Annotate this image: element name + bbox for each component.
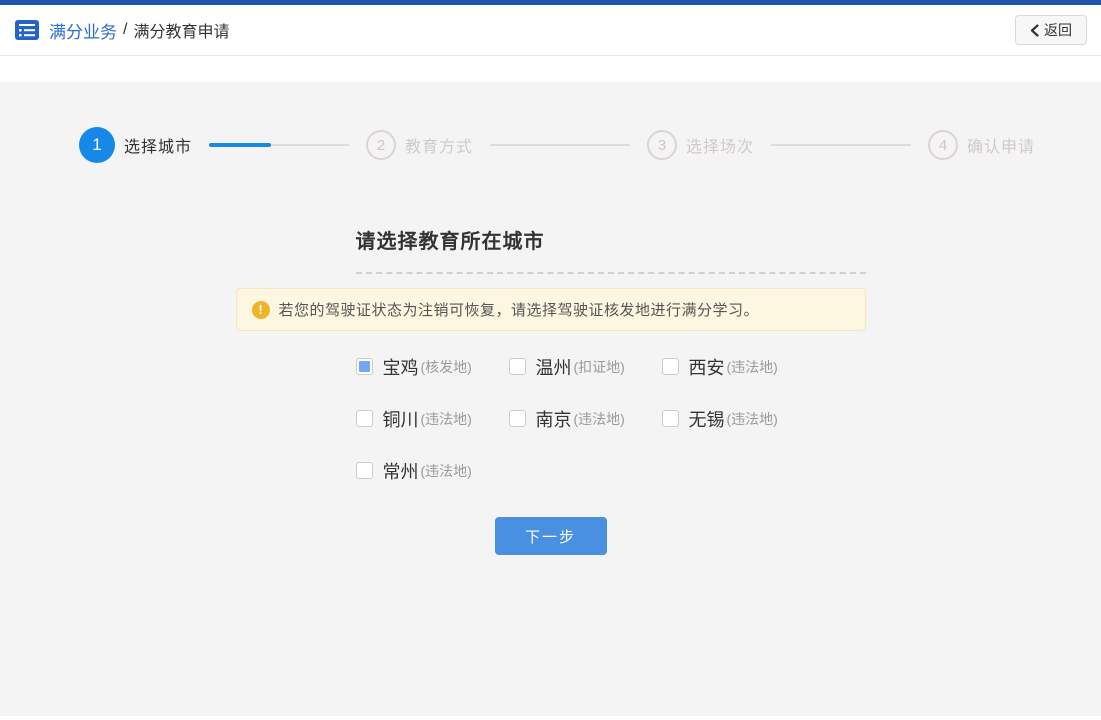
step-connector — [209, 144, 349, 146]
step-confirm-application: 4 确认申请 — [928, 130, 1035, 160]
checkbox-checked-mark — [359, 361, 370, 372]
bottom-spacer — [0, 716, 1101, 719]
notice-banner: ! 若您的驾驶证状态为注销可恢复，请选择驾驶证核发地进行满分学习。 — [236, 288, 866, 331]
breadcrumb: 满分业务 / 满分教育申请 — [14, 18, 229, 43]
page-title: 请选择教育所在城市 — [356, 225, 866, 254]
step-connector — [771, 144, 911, 146]
city-option-wuxi[interactable]: 无锡 (违法地) — [662, 408, 815, 429]
city-tag: (违法地) — [727, 357, 778, 377]
city-name: 常州 — [383, 458, 419, 484]
checkbox[interactable] — [662, 410, 679, 427]
checkbox[interactable] — [662, 358, 679, 375]
city-name: 西安 — [689, 354, 725, 380]
city-name: 南京 — [536, 406, 572, 432]
checkbox[interactable] — [509, 410, 526, 427]
city-option-nanjing[interactable]: 南京 (违法地) — [509, 408, 662, 429]
wizard-stepper: 1 选择城市 2 教育方式 3 选择场次 4 确认申请 — [0, 82, 1101, 163]
section-title-block: 请选择教育所在城市 — [356, 225, 866, 274]
checkbox[interactable] — [356, 410, 373, 427]
next-step-button[interactable]: 下一步 — [495, 517, 607, 555]
chevron-left-icon — [1030, 24, 1039, 37]
checkbox[interactable] — [509, 358, 526, 375]
step-number-badge: 1 — [79, 127, 115, 163]
main-content: 1 选择城市 2 教育方式 3 选择场次 4 确认申请 请选择教育所在城市 ! … — [0, 82, 1101, 716]
menu-card-icon — [14, 19, 40, 41]
step-label: 教育方式 — [405, 133, 473, 157]
step-select-session: 3 选择场次 — [647, 130, 754, 160]
city-name: 无锡 — [689, 406, 725, 432]
step-education-method: 2 教育方式 — [366, 130, 473, 160]
checkbox[interactable] — [356, 462, 373, 479]
breadcrumb-page-title: 满分教育申请 — [133, 18, 229, 42]
step-label: 选择场次 — [686, 133, 754, 157]
back-button-label: 返回 — [1044, 20, 1072, 40]
checkbox[interactable] — [356, 358, 373, 375]
city-tag: (扣证地) — [574, 357, 625, 377]
step-label: 确认申请 — [967, 133, 1035, 157]
city-tag: (违法地) — [421, 409, 472, 429]
step-number-badge: 4 — [928, 130, 958, 160]
step-number-badge: 2 — [366, 130, 396, 160]
city-option-wenzhou[interactable]: 温州 (扣证地) — [509, 356, 662, 377]
form-panel: 请选择教育所在城市 ! 若您的驾驶证状态为注销可恢复，请选择驾驶证核发地进行满分… — [236, 225, 866, 555]
city-tag: (核发地) — [421, 357, 472, 377]
city-name: 铜川 — [383, 406, 419, 432]
exclamation-circle-icon: ! — [252, 301, 270, 319]
back-button[interactable]: 返回 — [1015, 15, 1087, 45]
step-number-badge: 3 — [647, 130, 677, 160]
city-option-baoji[interactable]: 宝鸡 (核发地) — [356, 356, 509, 377]
city-tag: (违法地) — [421, 461, 472, 481]
step-connector — [490, 144, 630, 146]
city-name: 温州 — [536, 354, 572, 380]
city-tag: (违法地) — [727, 409, 778, 429]
city-name: 宝鸡 — [383, 354, 419, 380]
breadcrumb-separator: / — [123, 21, 127, 39]
city-option-changzhou[interactable]: 常州 (违法地) — [356, 460, 509, 481]
header: 满分业务 / 满分教育申请 返回 — [0, 5, 1101, 56]
city-option-xian[interactable]: 西安 (违法地) — [662, 356, 815, 377]
city-option-tongchuan[interactable]: 铜川 (违法地) — [356, 408, 509, 429]
step-label: 选择城市 — [124, 133, 192, 157]
city-checkbox-grid: 宝鸡 (核发地) 温州 (扣证地) 西安 (违法地) 铜川 (违法地) 南京 — [356, 356, 866, 481]
header-spacer — [0, 56, 1101, 82]
notice-text: 若您的驾驶证状态为注销可恢复，请选择驾驶证核发地进行满分学习。 — [279, 299, 760, 320]
breadcrumb-section[interactable]: 满分业务 — [49, 18, 117, 43]
city-tag: (违法地) — [574, 409, 625, 429]
step-select-city: 1 选择城市 — [79, 127, 192, 163]
